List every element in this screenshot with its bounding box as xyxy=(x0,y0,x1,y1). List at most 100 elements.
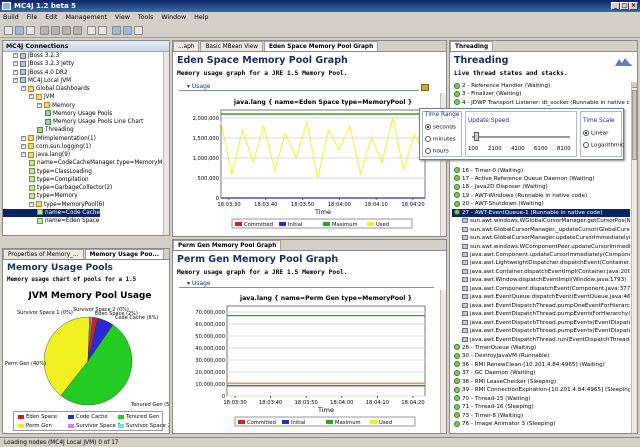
thread-row[interactable]: 2 - Reference Handler (Waiting) xyxy=(452,82,630,90)
tree-node[interactable]: name=CodeCacheManager,type=MemoryM... xyxy=(3,159,168,167)
window-title-bar[interactable]: MC4J 1.2 beta 5 _ □ × xyxy=(0,0,640,12)
tab-basic-mbean-view[interactable]: Basic MBean View xyxy=(200,41,263,51)
stack-frame-row[interactable]: java.awt.EventDispatchThread.run(EventDi… xyxy=(452,336,630,344)
thread-row[interactable]: 4 - JDWP Transport Listener: dt_socket (… xyxy=(452,99,630,107)
menu-tools[interactable]: Tools xyxy=(135,12,157,23)
copy-icon[interactable] xyxy=(51,26,60,35)
tree-node[interactable]: Memory Usage Pools xyxy=(3,110,112,118)
maximize-button[interactable]: □ xyxy=(620,2,629,10)
tree-node[interactable]: - JVM xyxy=(3,93,54,101)
connect-icon[interactable] xyxy=(112,26,121,35)
refresh-icon[interactable] xyxy=(123,26,132,35)
redo-icon[interactable] xyxy=(98,26,107,35)
radio-minutes[interactable]: minutes xyxy=(425,136,456,143)
tree-node[interactable]: - java.lang(9) xyxy=(3,151,70,159)
thread-row[interactable]: 36 - RMI RenewClean-[10.201.4.84:4965] (… xyxy=(452,361,630,369)
expand-toggle-icon[interactable]: - xyxy=(21,152,26,157)
thread-row[interactable]: 73 - Timer-8 (Waiting) xyxy=(452,412,630,420)
new-icon[interactable] xyxy=(4,26,13,35)
expand-toggle-icon[interactable]: - xyxy=(13,69,18,75)
stack-frame-row[interactable]: java.awt.EventDispatchThread.pumpEvents(… xyxy=(452,327,630,335)
thread-row[interactable]: 38 - RMI LeaseChecker (Sleeping) xyxy=(452,378,630,386)
tree-node[interactable]: type=ClassLoading xyxy=(3,168,92,176)
chart-options-icon[interactable] xyxy=(421,84,429,91)
minimize-button[interactable]: _ xyxy=(611,2,620,10)
menu-file[interactable]: File xyxy=(24,12,41,23)
tab-properties[interactable]: Properties of Memory_... xyxy=(3,249,84,259)
thread-row[interactable]: 19 - AWT-Windows (Runnable in native cod… xyxy=(452,192,630,200)
thread-row[interactable]: 20 - AWT-Shutdown (Waiting) xyxy=(452,200,630,208)
tree-node[interactable]: name=Code Cache xyxy=(3,208,100,217)
tree-node[interactable]: - JBoss 3.2.3 xyxy=(3,52,59,60)
expand-toggle-icon[interactable]: - xyxy=(21,86,26,91)
stack-frame-row[interactable]: java.awt.EventDispatchThread.pumpOneEven… xyxy=(452,302,630,310)
tab-graph[interactable]: ...aph xyxy=(173,41,200,51)
expand-toggle-icon[interactable]: - xyxy=(29,201,34,207)
scroll-up-arrow[interactable] xyxy=(632,82,637,88)
eden-usage-section[interactable]: ▾ Usage xyxy=(179,82,419,91)
thread-row[interactable]: 70 - Thread-15 (Waiting) xyxy=(452,395,630,403)
tree-node[interactable]: type=Compilation xyxy=(3,176,89,184)
thread-row[interactable]: 76 - Image Animator 3 (Sleeping) xyxy=(452,420,630,428)
thread-row[interactable]: 39 - RMI ConnectionExpiration-[10.201.4.… xyxy=(452,386,630,394)
menu-help[interactable]: Help xyxy=(191,12,211,23)
tree-node[interactable]: Memory Usage Pools Line Chart xyxy=(3,118,143,126)
thread-row[interactable]: 28 - TimerQueue (Waiting) xyxy=(452,344,630,352)
expand-toggle-icon[interactable]: - xyxy=(13,61,18,67)
stack-frame-row[interactable]: java.awt.EventDispatchThread.pumpEventsF… xyxy=(452,310,630,318)
dashboard-icon[interactable] xyxy=(134,26,143,35)
permgen-usage-section[interactable]: ▾ Usage xyxy=(179,279,434,288)
tree-node[interactable]: - Memory xyxy=(3,102,75,110)
close-button[interactable]: × xyxy=(629,2,638,10)
stack-frame-row[interactable]: java.awt.LightweightDispatcher.dispatchE… xyxy=(452,259,630,267)
thread-row[interactable]: 3 - Finalizer (Waiting) xyxy=(452,90,630,98)
stack-frame-row[interactable]: sun.awt.windows.WGlobalCursorManager.get… xyxy=(452,217,630,225)
stack-frame-row[interactable]: sun.awt.windows.WComponentPeer.updateCur… xyxy=(452,243,630,251)
tree-node[interactable]: type=GarbageCollector(2) xyxy=(3,184,112,192)
thread-row[interactable]: 37 - GC Daemon (Waiting) xyxy=(452,369,630,377)
menu-window[interactable]: Window xyxy=(158,12,189,23)
cut-icon[interactable] xyxy=(40,26,49,35)
open-icon[interactable] xyxy=(15,26,24,35)
menu-management[interactable]: Management xyxy=(62,12,109,23)
menu-view[interactable]: View xyxy=(112,12,133,23)
expand-toggle-icon[interactable]: - xyxy=(13,53,18,58)
thread-row[interactable]: 16 - Timer-0 (Waiting) xyxy=(452,167,630,175)
tree-scrollbar[interactable] xyxy=(163,52,169,235)
tab-memory-usage-pools[interactable]: Memory Usage Poo... xyxy=(84,249,164,259)
expand-toggle-icon[interactable]: - xyxy=(13,77,18,83)
radio-hours[interactable]: hours xyxy=(425,148,449,155)
thread-row[interactable]: 30 - DestroyJavaVM (Runnable) xyxy=(452,352,630,360)
tab-threading[interactable]: Threading xyxy=(450,41,494,51)
radio-seconds[interactable]: seconds xyxy=(425,124,456,131)
tree-node[interactable]: - JMImplementation(1) xyxy=(3,135,96,143)
expand-toggle-icon[interactable]: - xyxy=(37,102,42,108)
tree-node[interactable]: Threading xyxy=(3,126,74,134)
stack-frame-row[interactable]: java.awt.EventQueue.dispatchEvent(EventQ… xyxy=(452,293,630,301)
undo-icon[interactable] xyxy=(87,26,96,35)
menu-edit[interactable]: Edit xyxy=(42,12,60,23)
stack-frame-row[interactable]: java.awt.EventDispatchThread.pumpEvents(… xyxy=(452,319,630,327)
tree-node[interactable]: - com.sun.logging(1) xyxy=(3,143,91,151)
tab-eden-space-graph[interactable]: Eden Space Memory Pool Graph xyxy=(264,41,379,51)
stack-frame-row[interactable]: java.awt.Container.dispatchEventImpl(Con… xyxy=(452,268,630,276)
expand-toggle-icon[interactable]: - xyxy=(29,94,34,100)
tree-node[interactable]: - type=MemoryPool(6) xyxy=(3,201,104,209)
tree-node[interactable]: - JBoss 3.2.3 Jetty xyxy=(3,60,74,68)
thread-row[interactable]: 18 - Java2D Disposer (Waiting) xyxy=(452,183,630,191)
permgen-scrollbar[interactable] xyxy=(440,290,446,433)
thread-scrollbar[interactable] xyxy=(631,82,637,433)
radio-logarithmic[interactable]: Logarithmic xyxy=(583,142,624,149)
tree-node[interactable]: - JBoss 4.0 DR2 xyxy=(3,69,68,77)
delete-icon[interactable] xyxy=(73,26,82,35)
thread-row[interactable]: 27 - AWT-EventQueue-1 (Runnable in nativ… xyxy=(452,208,630,218)
stack-frame-row[interactable]: sun.awt.GlobalCursorManager.updateCursor… xyxy=(452,234,630,242)
scroll-thumb[interactable] xyxy=(632,90,637,160)
tab-perm-gen-graph[interactable]: Perm Gen Memory Pool Graph xyxy=(173,240,282,250)
save-icon[interactable] xyxy=(26,26,35,35)
expand-toggle-icon[interactable]: - xyxy=(21,135,26,141)
thread-row[interactable]: 17 - Active Reference Queue Daemon (Wait… xyxy=(452,175,630,183)
thread-row[interactable]: 71 - Thread-16 (Sleeping) xyxy=(452,403,630,411)
tree-node[interactable]: - MC4J Local JVM xyxy=(3,77,71,85)
stack-frame-row[interactable]: java.awt.Component.updateCursorImmediate… xyxy=(452,251,630,259)
